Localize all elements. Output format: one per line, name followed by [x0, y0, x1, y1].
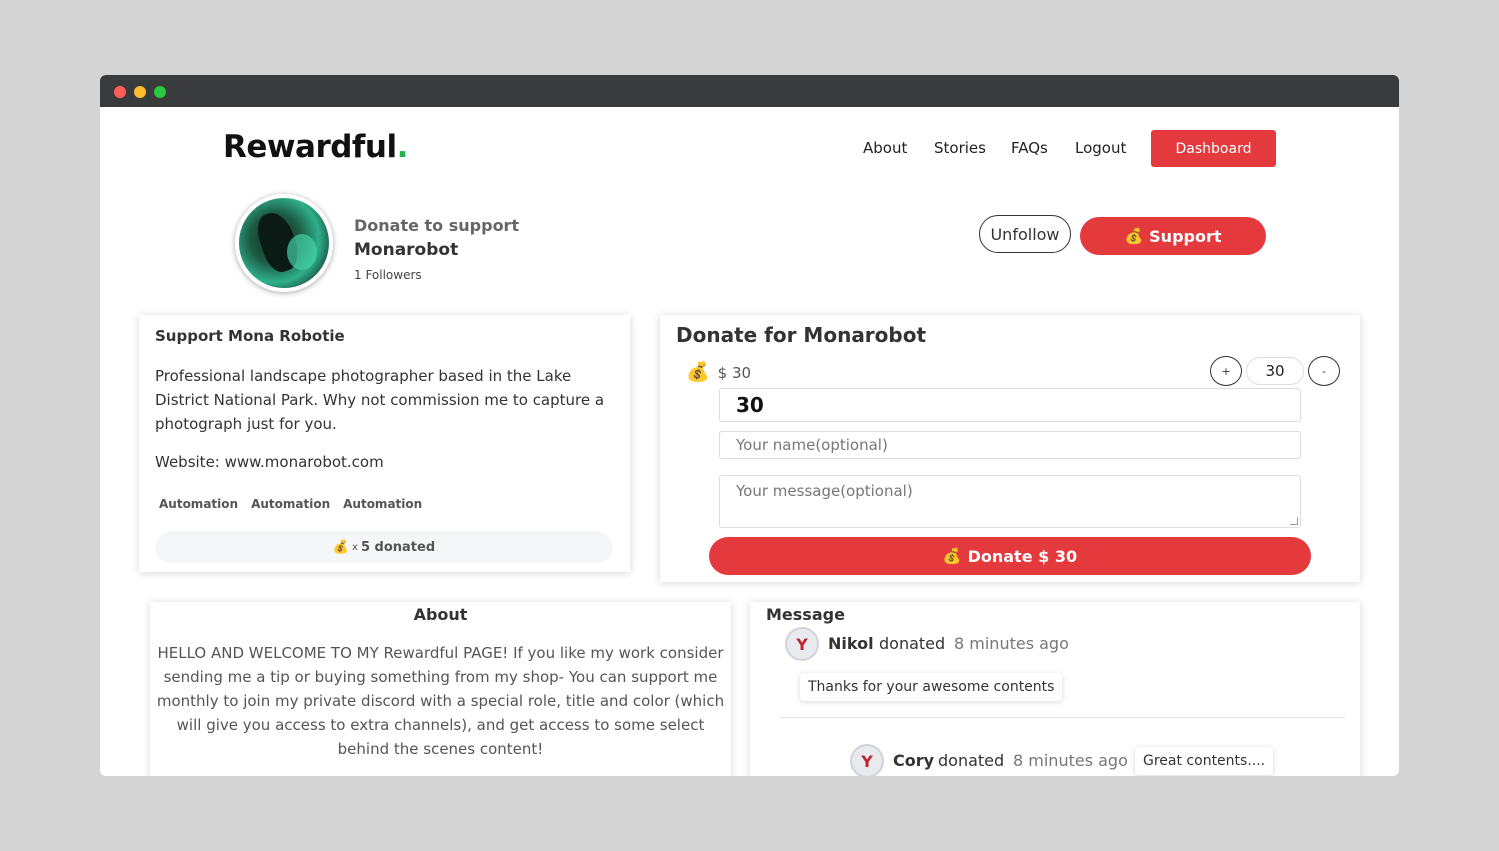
stepper-value[interactable]: 30	[1246, 357, 1304, 385]
dashboard-button[interactable]: Dashboard	[1151, 130, 1276, 167]
message-placeholder: Your message(optional)	[736, 482, 913, 500]
minimize-window-dot[interactable]	[134, 86, 146, 98]
name-input[interactable]: Your name(optional)	[719, 431, 1301, 459]
donated-count: 5 donated	[360, 539, 436, 555]
brand-logo[interactable]: Rewardful.	[223, 129, 408, 165]
donation-verb: donated	[879, 634, 946, 653]
nav-faqs-link[interactable]: FAQs	[1011, 139, 1048, 157]
donor-name[interactable]: Nikol	[828, 634, 874, 653]
support-card-description: Professional landscape photographer base…	[155, 367, 605, 433]
donor-name[interactable]: Cory	[893, 751, 934, 770]
donation-verb: donated	[938, 751, 1005, 770]
resize-handle-icon[interactable]	[1290, 517, 1298, 525]
donation-time: 8 minutes ago	[954, 634, 1069, 653]
user-avatar-icon: Y	[850, 744, 884, 776]
tag[interactable]: Automation	[343, 497, 422, 511]
browser-window: Rewardful. About Stories FAQs Logout Das…	[100, 75, 1399, 776]
brand-dot: .	[396, 129, 409, 165]
maximize-window-dot[interactable]	[154, 86, 166, 98]
donate-button[interactable]: 💰 Donate $ 30	[709, 537, 1311, 575]
user-avatar-icon: Y	[785, 627, 819, 661]
increment-button[interactable]: +	[1210, 356, 1242, 386]
support-button[interactable]: 💰 Support	[1080, 217, 1266, 255]
support-button-label: Support	[1149, 226, 1222, 246]
support-card-title: Support Mona Robotie	[155, 327, 345, 345]
tag[interactable]: Automation	[159, 497, 238, 511]
brand-name: Rewardful	[223, 129, 397, 165]
tag-list: Automation Automation Automation	[159, 497, 422, 511]
tag[interactable]: Automation	[251, 497, 330, 511]
amount-stepper: + 30 -	[1210, 356, 1340, 386]
creator-avatar	[235, 194, 333, 292]
about-card: About HELLO AND WELCOME TO MY Rewardful …	[150, 602, 731, 776]
donation-time: 8 minutes ago	[1013, 751, 1128, 770]
donate-card-title: Donate for Monarobot	[676, 323, 927, 347]
avatar-highlight-shape	[287, 234, 317, 270]
about-card-title: About	[413, 605, 468, 624]
messages-card-title: Message	[766, 605, 845, 624]
amount-input[interactable]: 30	[719, 388, 1301, 422]
message-textarea[interactable]: Your message(optional)	[719, 475, 1301, 528]
unfollow-button[interactable]: Unfollow	[979, 215, 1071, 253]
support-card: Support Mona Robotie Professional landsc…	[139, 315, 630, 572]
about-card-body: HELLO AND WELCOME TO MY Rewardful PAGE! …	[156, 644, 725, 758]
donation-message: Great contents....	[1135, 747, 1274, 775]
amount-label: $ 30	[717, 363, 752, 382]
amount-display: 💰 $ 30	[686, 363, 751, 382]
donate-support-label: Donate to support	[354, 216, 520, 235]
donation-message: Thanks for your awesome contents	[800, 673, 1063, 701]
money-bag-icon: 💰	[332, 539, 350, 555]
messages-card: Message Y Nikol donated 8 minutes ago Th…	[750, 602, 1360, 776]
money-bag-icon: 💰	[942, 546, 962, 565]
creator-name: Monarobot	[354, 240, 459, 260]
support-card-website[interactable]: Website: www.monarobot.com	[155, 453, 384, 471]
followers-count: 1 Followers	[354, 268, 422, 282]
money-bag-icon: 💰	[1124, 226, 1144, 245]
money-bag-icon: 💰	[686, 361, 710, 383]
nav-about-link[interactable]: About	[863, 139, 907, 157]
donated-count-bar: 💰 x 5 donated	[155, 531, 613, 563]
donate-card: Donate for Monarobot 💰 $ 30 + 30 - 30 Yo…	[660, 315, 1360, 582]
page-content: Rewardful. About Stories FAQs Logout Das…	[100, 107, 1399, 776]
close-window-dot[interactable]	[114, 86, 126, 98]
nav-logout-link[interactable]: Logout	[1075, 139, 1126, 157]
donate-button-label: Donate $ 30	[967, 546, 1078, 566]
window-titlebar	[100, 75, 1399, 107]
nav-stories-link[interactable]: Stories	[934, 139, 986, 157]
decrement-button[interactable]: -	[1308, 356, 1340, 386]
message-divider	[780, 717, 1345, 718]
donated-multiplier: x	[352, 541, 358, 553]
